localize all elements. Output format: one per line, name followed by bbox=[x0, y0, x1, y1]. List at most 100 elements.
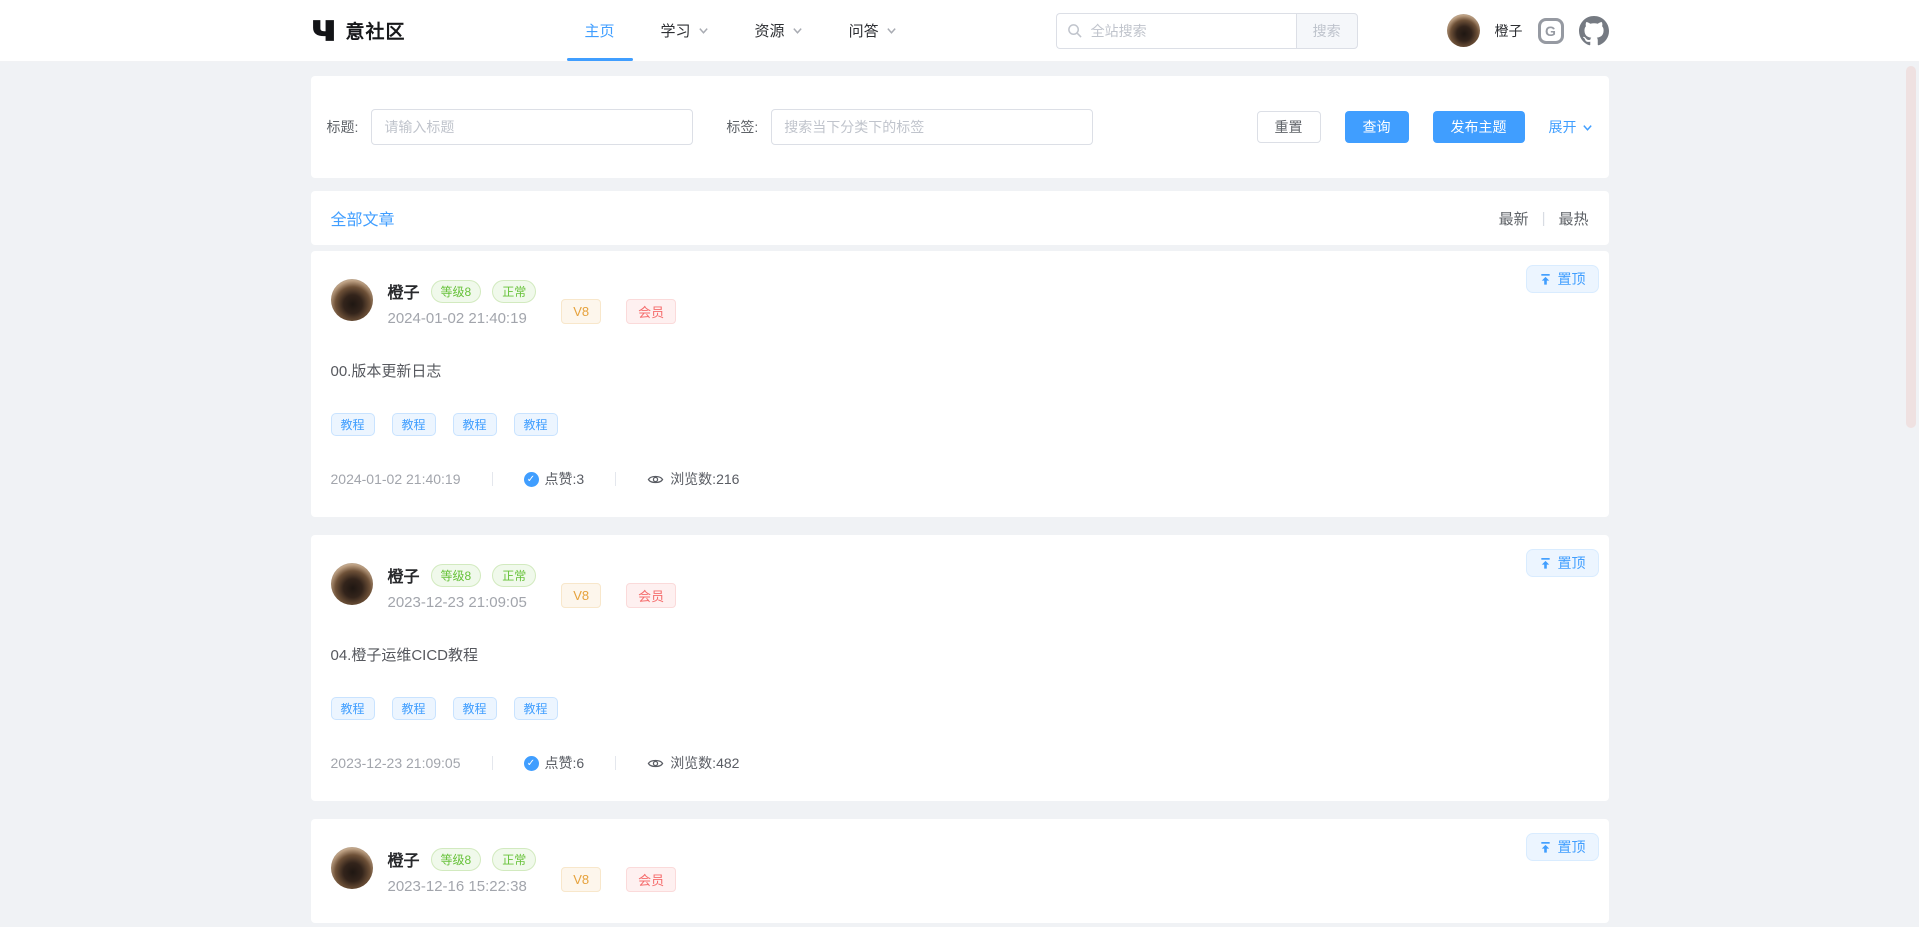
filter-bar: 标题: 标签: 重置 查询 发布主题 展开 bbox=[311, 76, 1609, 178]
pin-top-button[interactable]: 置顶 bbox=[1526, 833, 1599, 861]
post-tag[interactable]: 教程 bbox=[331, 413, 375, 436]
github-icon[interactable] bbox=[1579, 16, 1609, 46]
post-card: 置顶 橙子 等级8 正常 2023-12-23 21:09:05 V8 会员 0… bbox=[311, 535, 1609, 801]
nav-item-label: 学习 bbox=[661, 20, 691, 41]
views-count: 浏览数:482 bbox=[670, 753, 739, 773]
chevron-down-icon bbox=[1582, 122, 1593, 133]
search-input[interactable] bbox=[1056, 13, 1296, 49]
footer-divider bbox=[615, 756, 616, 770]
post-tag[interactable]: 教程 bbox=[453, 697, 497, 720]
pin-top-label: 置顶 bbox=[1558, 269, 1586, 289]
all-articles-tab[interactable]: 全部文章 bbox=[331, 206, 395, 230]
post-tag[interactable]: 教程 bbox=[453, 413, 497, 436]
post-time: 2023-12-23 21:09:05 bbox=[388, 594, 537, 611]
sort-hottest[interactable]: 最热 bbox=[1558, 208, 1588, 229]
eye-icon bbox=[647, 755, 664, 772]
user-name[interactable]: 橙子 bbox=[1495, 21, 1523, 41]
status-badge: 正常 bbox=[492, 564, 536, 587]
query-button[interactable]: 查询 bbox=[1345, 111, 1409, 143]
post-card: 置顶 橙子 等级8 正常 2024-01-02 21:40:19 V8 会员 0… bbox=[311, 251, 1609, 517]
brand-logo-icon bbox=[311, 18, 336, 43]
status-badge: 正常 bbox=[492, 280, 536, 303]
title-filter-input[interactable] bbox=[371, 109, 693, 145]
vertical-scrollbar[interactable] bbox=[1906, 66, 1916, 428]
nav-item-home[interactable]: 主页 bbox=[562, 0, 638, 61]
gitee-icon[interactable]: G bbox=[1538, 18, 1564, 44]
pin-top-icon bbox=[1539, 273, 1552, 286]
post-author-avatar[interactable] bbox=[331, 847, 373, 889]
publish-topic-button[interactable]: 发布主题 bbox=[1433, 111, 1525, 143]
level-badge: 等级8 bbox=[431, 280, 482, 303]
likes-count: 点赞:6 bbox=[545, 753, 585, 773]
pin-top-icon bbox=[1539, 841, 1552, 854]
post-tag[interactable]: 教程 bbox=[514, 413, 558, 436]
nav-item-resources[interactable]: 资源 bbox=[732, 0, 826, 61]
brand[interactable]: 意社区 bbox=[311, 17, 406, 44]
views-stat: 浏览数:482 bbox=[647, 753, 739, 773]
chevron-down-icon bbox=[698, 25, 709, 36]
pin-top-button[interactable]: 置顶 bbox=[1526, 549, 1599, 577]
vip-badge: V8 bbox=[561, 867, 601, 892]
vip-badge: V8 bbox=[561, 583, 601, 608]
expand-toggle[interactable]: 展开 bbox=[1549, 117, 1593, 137]
likes-stat: ✓ 点赞:6 bbox=[524, 753, 585, 773]
likes-stat: ✓ 点赞:3 bbox=[524, 469, 585, 489]
post-title[interactable]: 04.橙子运维CICD教程 bbox=[331, 644, 1589, 665]
vip-badge: V8 bbox=[561, 299, 601, 324]
nav-item-learn[interactable]: 学习 bbox=[638, 0, 732, 61]
post-author-name[interactable]: 橙子 bbox=[388, 279, 420, 303]
likes-count: 点赞:3 bbox=[545, 469, 585, 489]
post-title[interactable]: 00.版本更新日志 bbox=[331, 360, 1589, 381]
footer-divider bbox=[492, 472, 493, 486]
member-badge: 会员 bbox=[626, 867, 676, 892]
eye-icon bbox=[647, 471, 664, 488]
status-badge: 正常 bbox=[492, 848, 536, 871]
nav-item-label: 问答 bbox=[849, 20, 879, 41]
reset-button[interactable]: 重置 bbox=[1257, 111, 1321, 143]
expand-label: 展开 bbox=[1549, 117, 1577, 137]
tag-filter-label: 标签: bbox=[726, 117, 758, 137]
chevron-down-icon bbox=[886, 25, 897, 36]
post-time: 2023-12-16 15:22:38 bbox=[388, 878, 537, 895]
pin-top-button[interactable]: 置顶 bbox=[1526, 265, 1599, 293]
member-badge: 会员 bbox=[626, 583, 676, 608]
level-badge: 等级8 bbox=[431, 564, 482, 587]
views-count: 浏览数:216 bbox=[670, 469, 739, 489]
search-button[interactable]: 搜索 bbox=[1296, 13, 1358, 49]
post-tag[interactable]: 教程 bbox=[331, 697, 375, 720]
post-author-name[interactable]: 橙子 bbox=[388, 847, 420, 871]
top-navbar: 意社区 主页 学习 资源 问答 搜索 bbox=[0, 0, 1919, 62]
like-check-icon: ✓ bbox=[524, 472, 539, 487]
brand-title: 意社区 bbox=[346, 17, 406, 44]
chevron-down-icon bbox=[792, 25, 803, 36]
level-badge: 等级8 bbox=[431, 848, 482, 871]
sort-divider: | bbox=[1542, 210, 1546, 227]
title-filter-label: 标题: bbox=[327, 117, 359, 137]
post-author-avatar[interactable] bbox=[331, 279, 373, 321]
global-search: 搜索 bbox=[1056, 13, 1358, 49]
tag-filter-input[interactable] bbox=[771, 109, 1093, 145]
pin-top-label: 置顶 bbox=[1558, 553, 1586, 573]
like-check-icon: ✓ bbox=[524, 756, 539, 771]
list-header: 全部文章 最新 | 最热 bbox=[311, 191, 1609, 245]
post-tag[interactable]: 教程 bbox=[392, 697, 436, 720]
nav-item-qa[interactable]: 问答 bbox=[826, 0, 920, 61]
pin-top-icon bbox=[1539, 557, 1552, 570]
post-author-name[interactable]: 橙子 bbox=[388, 563, 420, 587]
post-tag[interactable]: 教程 bbox=[392, 413, 436, 436]
member-badge: 会员 bbox=[626, 299, 676, 324]
post-card: 置顶 橙子 等级8 正常 2023-12-16 15:22:38 V8 会员 bbox=[311, 819, 1609, 923]
nav-item-label: 主页 bbox=[585, 20, 615, 41]
footer-divider bbox=[615, 472, 616, 486]
sort-newest[interactable]: 最新 bbox=[1499, 208, 1529, 229]
main-nav: 主页 学习 资源 问答 bbox=[562, 0, 920, 61]
nav-item-label: 资源 bbox=[755, 20, 785, 41]
views-stat: 浏览数:216 bbox=[647, 469, 739, 489]
user-avatar[interactable] bbox=[1447, 14, 1480, 47]
post-footer-time: 2023-12-23 21:09:05 bbox=[331, 755, 461, 771]
post-tag[interactable]: 教程 bbox=[514, 697, 558, 720]
search-icon bbox=[1067, 23, 1082, 38]
post-time: 2024-01-02 21:40:19 bbox=[388, 310, 537, 327]
footer-divider bbox=[492, 756, 493, 770]
post-author-avatar[interactable] bbox=[331, 563, 373, 605]
